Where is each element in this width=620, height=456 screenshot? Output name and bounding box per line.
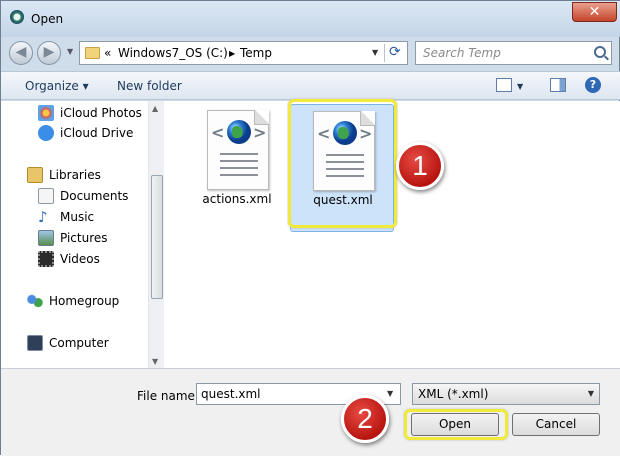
command-bar: Organize ▾ New folder ▼ ? <box>1 71 620 100</box>
title-bar: Open ✕ <box>1 1 620 37</box>
scroll-up-icon[interactable]: ▲ <box>152 104 158 113</box>
sidebar-item-documents[interactable]: Documents <box>38 186 128 206</box>
cancel-button[interactable]: Cancel <box>512 413 600 436</box>
homegroup-icon <box>27 293 43 309</box>
breadcrumb-separator-icon[interactable]: ▶ <box>229 49 235 58</box>
sidebar-item-libraries[interactable]: Libraries <box>27 165 101 185</box>
file-name-label: File name: <box>137 389 199 403</box>
breadcrumb-overflow[interactable]: « <box>104 46 111 60</box>
music-icon: ♪ <box>38 208 48 226</box>
sidebar-item-icloud-drive[interactable]: iCloud Drive <box>38 123 133 143</box>
recent-pages-dropdown[interactable]: ▼ <box>67 47 73 56</box>
folder-icon <box>85 47 100 59</box>
back-arrow-icon: ◀ <box>15 44 27 60</box>
window-title: Open <box>31 12 64 26</box>
highlight-open-button <box>404 409 508 440</box>
navigation-bar: ◀ ▶ ▼ « Windows7_OS (C:) ▶ Temp ▼ ⟳ Sear… <box>1 37 620 69</box>
sidebar-item-videos[interactable]: Videos <box>38 249 100 269</box>
back-button[interactable]: ◀ <box>9 41 33 65</box>
address-dropdown-icon[interactable]: ▼ <box>372 48 378 57</box>
breadcrumb-temp[interactable]: Temp <box>240 46 272 60</box>
close-icon: ✕ <box>588 4 601 20</box>
file-name-label: actions.xml <box>202 192 272 206</box>
refresh-icon[interactable]: ⟳ <box>389 44 401 60</box>
address-divider <box>384 44 385 62</box>
close-button[interactable]: ✕ <box>572 2 617 22</box>
search-icon <box>594 46 606 58</box>
preview-pane-icon[interactable] <box>550 78 566 92</box>
sidebar-scrollbar[interactable]: ▲ ▼ <box>148 101 164 368</box>
scroll-down-icon[interactable]: ▼ <box>152 357 158 366</box>
sidebar-item-pictures[interactable]: Pictures <box>38 228 108 248</box>
globe-icon <box>227 120 251 144</box>
app-icon <box>10 10 24 24</box>
step-badge-2: 2 <box>341 395 389 443</box>
help-icon[interactable]: ? <box>585 77 601 93</box>
forward-button[interactable]: ▶ <box>37 41 61 65</box>
xml-file-icon: < > <box>207 110 269 190</box>
address-bar[interactable]: « Windows7_OS (C:) ▶ Temp ▼ ⟳ <box>79 41 408 65</box>
new-folder-button[interactable]: New folder <box>117 79 182 93</box>
icloud-photos-icon <box>38 105 54 121</box>
pictures-icon <box>38 230 54 246</box>
step-badge-1: 1 <box>396 142 444 190</box>
highlight-quest-file <box>288 99 397 228</box>
file-item-actions[interactable]: < > actions.xml <box>185 104 289 232</box>
sidebar-item-homegroup[interactable]: Homegroup <box>27 291 119 311</box>
view-dropdown-icon[interactable]: ▼ <box>517 82 523 91</box>
sidebar-item-music[interactable]: ♪ Music <box>38 207 94 227</box>
forward-arrow-icon: ▶ <box>43 44 55 60</box>
open-dialog: Open ✕ ◀ ▶ ▼ « Windows7_OS (C:) ▶ Temp ▼… <box>0 0 620 456</box>
scroll-thumb[interactable] <box>151 175 163 299</box>
search-input[interactable]: Search Temp <box>423 46 501 60</box>
breadcrumb-drive[interactable]: Windows7_OS (C:) <box>118 46 228 60</box>
documents-icon <box>38 188 54 204</box>
file-name-dropdown-icon[interactable]: ▼ <box>387 389 393 398</box>
icloud-drive-icon <box>38 125 54 141</box>
file-type-dropdown-icon: ▼ <box>587 389 594 398</box>
navigation-pane: iCloud Photos iCloud Drive Libraries Doc… <box>1 101 164 368</box>
change-view-icon[interactable] <box>496 78 512 92</box>
search-box[interactable]: Search Temp <box>415 41 612 65</box>
file-name-panel: File name: quest.xml ▼ XML (*.xml) ▼ Ope… <box>1 368 620 456</box>
videos-icon <box>38 251 54 267</box>
sidebar-item-icloud-photos[interactable]: iCloud Photos <box>38 103 142 123</box>
file-type-select[interactable]: XML (*.xml) ▼ <box>412 383 600 405</box>
sidebar-item-computer[interactable]: Computer <box>27 333 109 353</box>
organize-button[interactable]: Organize ▾ <box>25 79 89 93</box>
libraries-icon <box>27 167 43 183</box>
computer-icon <box>27 335 43 351</box>
